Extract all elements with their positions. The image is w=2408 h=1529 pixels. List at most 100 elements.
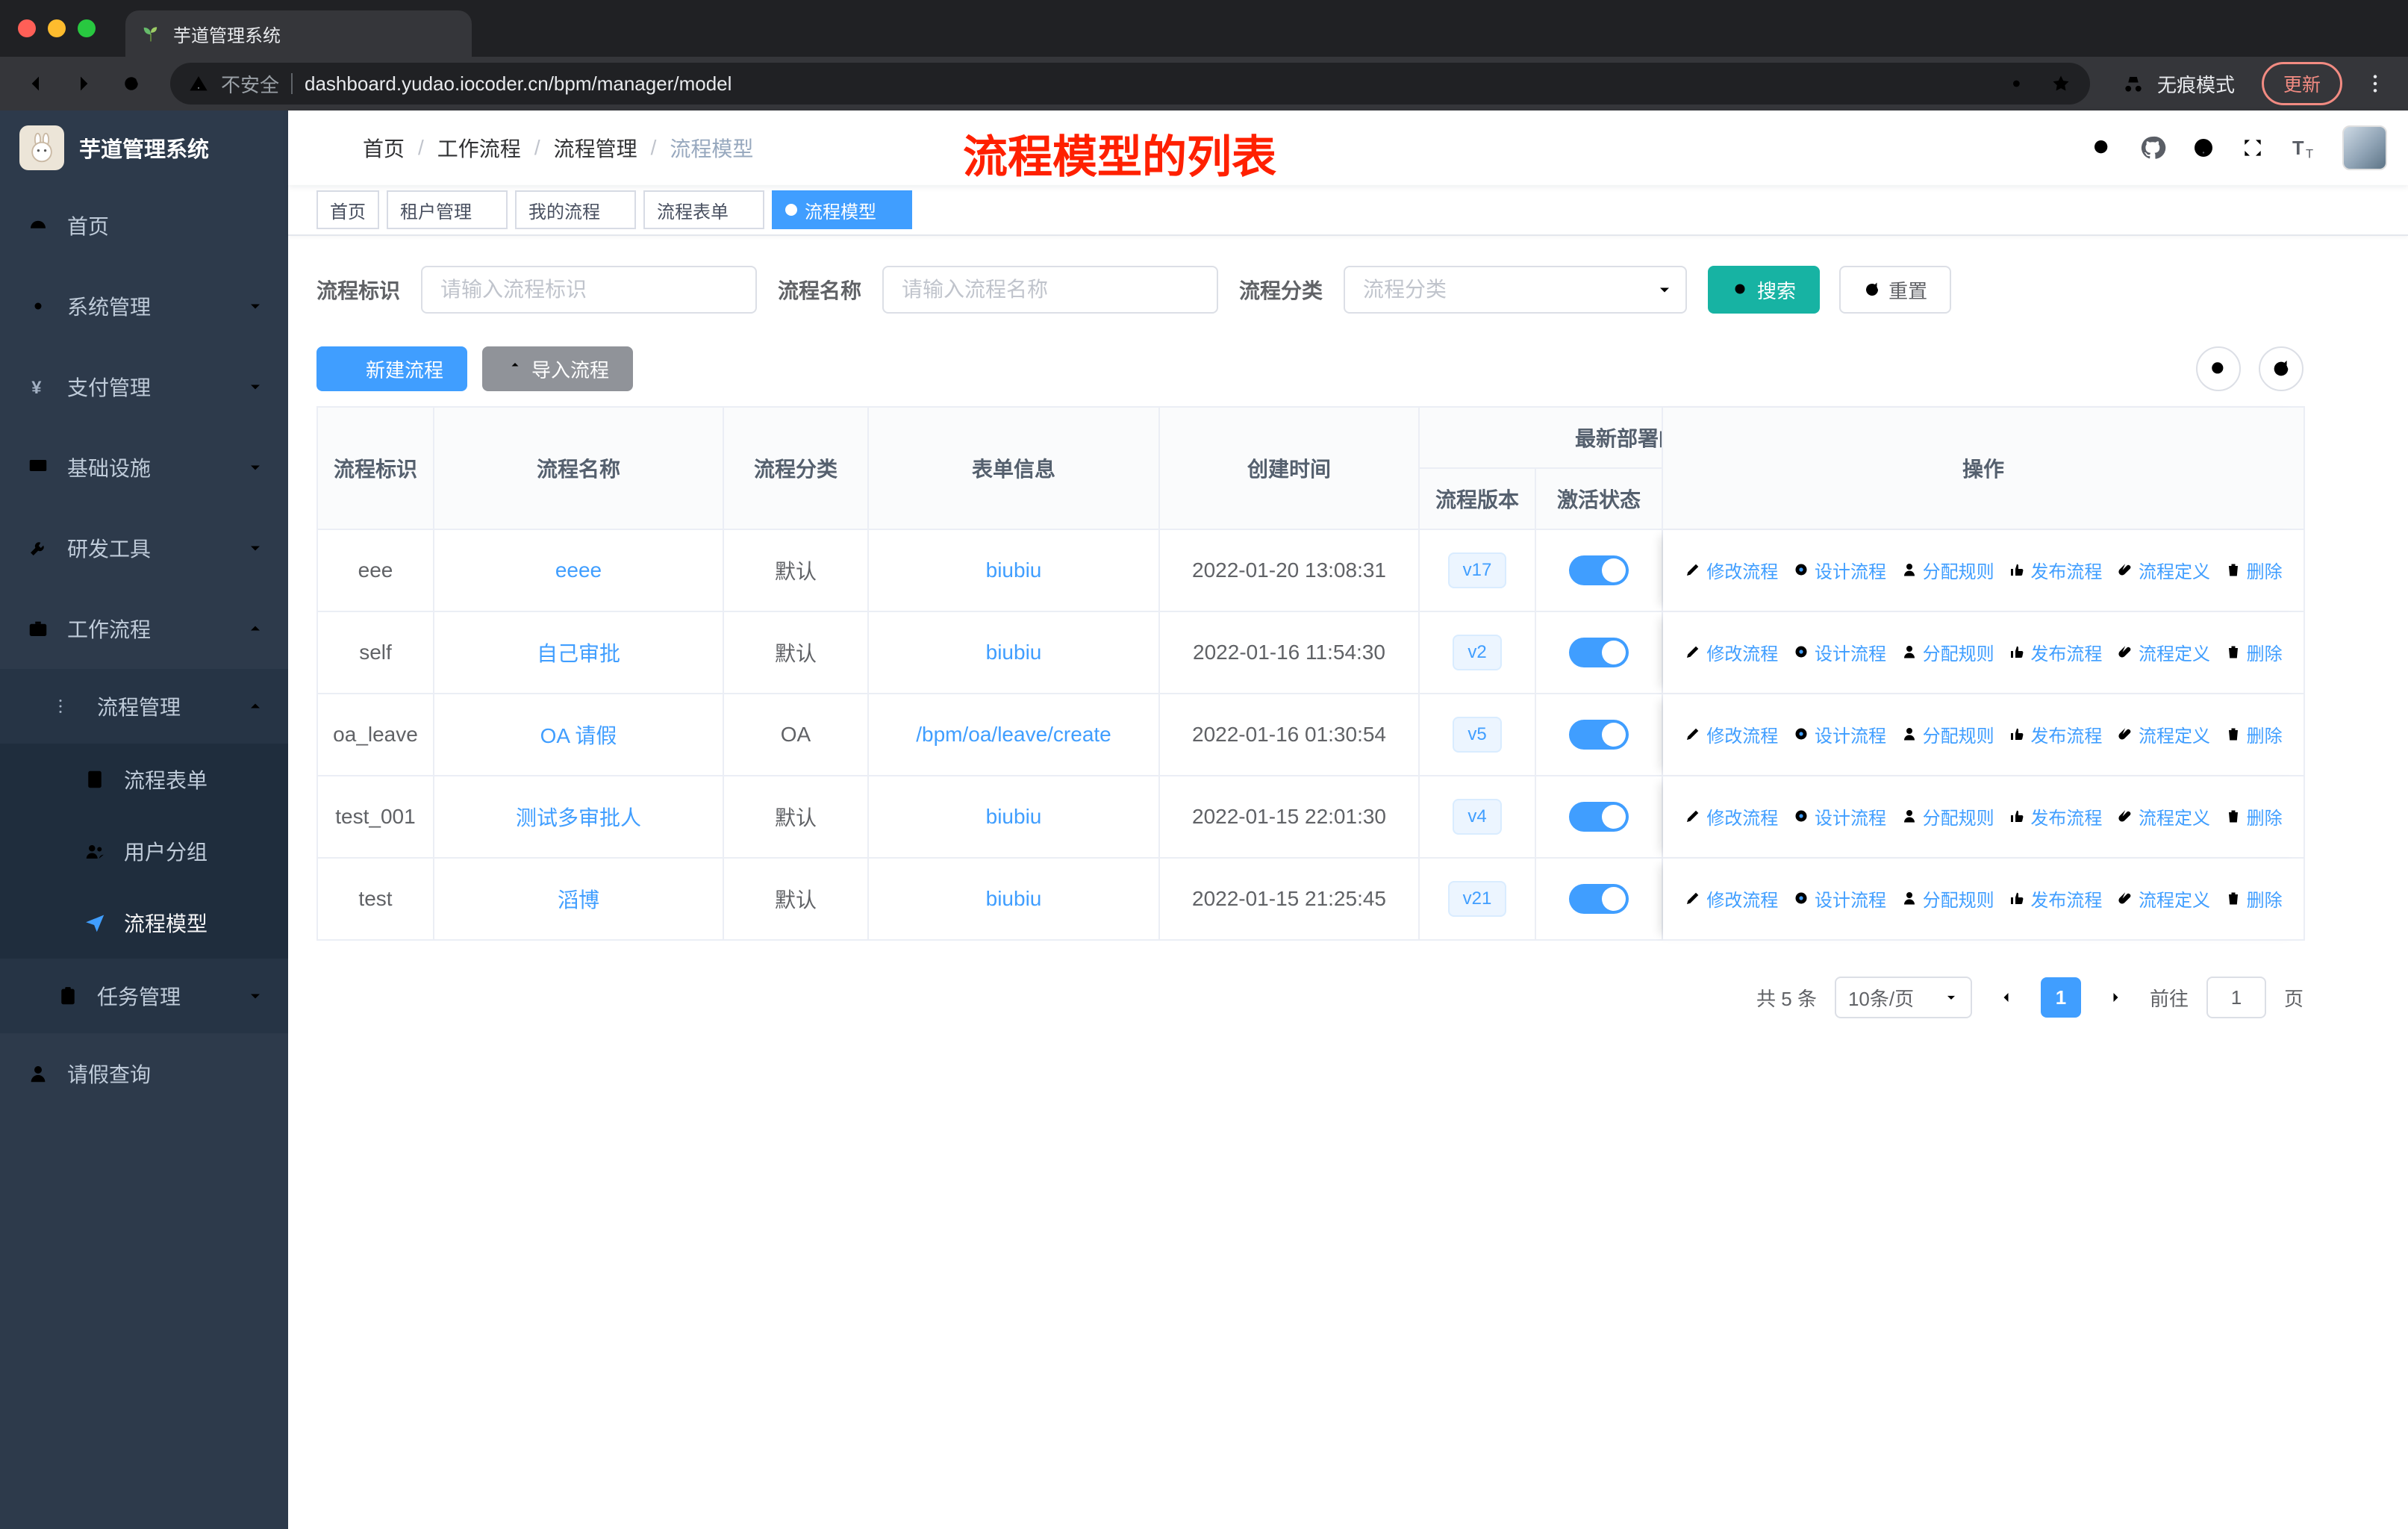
version-badge[interactable]: v5: [1453, 717, 1502, 753]
app-logo[interactable]: 芋道管理系统: [0, 110, 288, 185]
back-button[interactable]: [15, 63, 57, 105]
breadcrumb-home[interactable]: 首页: [363, 133, 405, 163]
sidebar-item-home[interactable]: 首页: [0, 185, 288, 266]
page-number-button[interactable]: 1: [2040, 977, 2081, 1018]
update-browser-button[interactable]: 更新: [2261, 62, 2342, 105]
fullscreen-icon[interactable]: [2241, 136, 2265, 160]
sidebar-item-process-form[interactable]: 流程表单: [0, 744, 288, 815]
action-process-definition[interactable]: 流程定义: [2116, 557, 2210, 583]
process-name-input[interactable]: [882, 266, 1219, 314]
active-toggle[interactable]: [1569, 884, 1629, 914]
zoom-window-button[interactable]: [78, 19, 96, 37]
form-info-link[interactable]: biubiu: [986, 641, 1042, 664]
help-icon[interactable]: [2192, 136, 2215, 160]
action-publish-process[interactable]: 发布流程: [2008, 557, 2102, 583]
version-badge[interactable]: v21: [1447, 881, 1507, 917]
tag-tenant-management[interactable]: 租户管理: [387, 190, 508, 229]
close-icon[interactable]: [479, 202, 494, 217]
action-design-process[interactable]: 设计流程: [1792, 557, 1886, 583]
process-name-link[interactable]: 测试多审批人: [516, 806, 641, 829]
create-process-button[interactable]: 新建流程: [316, 346, 468, 391]
sidebar-item-system[interactable]: 系统管理: [0, 266, 288, 346]
action-delete[interactable]: 删除: [2224, 885, 2283, 912]
bookmark-star-icon[interactable]: [2050, 72, 2072, 95]
goto-page-input[interactable]: [2206, 977, 2266, 1018]
sidebar-item-devtools[interactable]: 研发工具: [0, 508, 288, 588]
sidebar-item-payment[interactable]: 支付管理: [0, 346, 288, 427]
tag-process-form[interactable]: 流程表单: [643, 190, 764, 229]
category-select[interactable]: [1344, 266, 1688, 314]
active-toggle[interactable]: [1569, 802, 1629, 832]
action-edit-process[interactable]: 修改流程: [1684, 721, 1778, 747]
version-badge[interactable]: v2: [1453, 635, 1502, 670]
sidebar-item-task-management[interactable]: 任务管理: [0, 959, 288, 1033]
sidebar-item-user-group[interactable]: 用户分组: [0, 815, 288, 887]
breadcrumb-process-management[interactable]: 流程管理: [554, 133, 637, 163]
reload-button[interactable]: [110, 63, 152, 105]
action-publish-process[interactable]: 发布流程: [2008, 639, 2102, 665]
action-publish-process[interactable]: 发布流程: [2008, 885, 2102, 912]
tag-home[interactable]: 首页: [316, 190, 379, 229]
new-tab-button[interactable]: [484, 7, 525, 49]
process-name-link[interactable]: 自己审批: [537, 642, 620, 665]
font-size-icon[interactable]: [2290, 134, 2317, 161]
action-publish-process[interactable]: 发布流程: [2008, 803, 2102, 829]
next-page-button[interactable]: [2099, 977, 2132, 1018]
active-toggle[interactable]: [1569, 720, 1629, 750]
import-process-button[interactable]: 导入流程: [482, 346, 634, 391]
action-design-process[interactable]: 设计流程: [1792, 803, 1886, 829]
active-toggle[interactable]: [1569, 638, 1629, 667]
action-design-process[interactable]: 设计流程: [1792, 885, 1886, 912]
tag-my-process[interactable]: 我的流程: [515, 190, 636, 229]
active-toggle[interactable]: [1569, 555, 1629, 585]
reset-button[interactable]: 重置: [1839, 266, 1952, 314]
action-delete[interactable]: 删除: [2224, 721, 2283, 747]
action-process-definition[interactable]: 流程定义: [2116, 639, 2210, 665]
action-publish-process[interactable]: 发布流程: [2008, 721, 2102, 747]
process-key-input[interactable]: [421, 266, 758, 314]
address-bar[interactable]: 不安全 dashboard.yudao.iocoder.cn/bpm/manag…: [170, 63, 2090, 105]
action-edit-process[interactable]: 修改流程: [1684, 885, 1778, 912]
sidebar-toggle-button[interactable]: [288, 110, 363, 185]
process-name-link[interactable]: eeee: [555, 558, 602, 582]
close-icon[interactable]: [884, 202, 899, 217]
form-info-link[interactable]: biubiu: [986, 887, 1042, 910]
breadcrumb-workflow[interactable]: 工作流程: [437, 133, 521, 163]
action-edit-process[interactable]: 修改流程: [1684, 803, 1778, 829]
action-assign-rule[interactable]: 分配规则: [1900, 885, 1994, 912]
action-process-definition[interactable]: 流程定义: [2116, 803, 2210, 829]
process-name-link[interactable]: 滔博: [558, 888, 599, 912]
action-assign-rule[interactable]: 分配规则: [1900, 639, 1994, 665]
version-badge[interactable]: v4: [1453, 799, 1502, 835]
user-avatar[interactable]: [2342, 125, 2387, 170]
action-edit-process[interactable]: 修改流程: [1684, 557, 1778, 583]
tab-close-icon[interactable]: [442, 26, 457, 41]
action-delete[interactable]: 删除: [2224, 803, 2283, 829]
process-name-link[interactable]: OA 请假: [540, 724, 617, 747]
form-info-link[interactable]: biubiu: [986, 558, 1042, 582]
close-icon[interactable]: [608, 202, 623, 217]
page-size-select[interactable]: 10条/页: [1834, 977, 1972, 1018]
action-assign-rule[interactable]: 分配规则: [1900, 803, 1994, 829]
search-button[interactable]: 搜索: [1708, 266, 1821, 314]
action-design-process[interactable]: 设计流程: [1792, 639, 1886, 665]
minimize-window-button[interactable]: [48, 19, 66, 37]
action-design-process[interactable]: 设计流程: [1792, 721, 1886, 747]
form-info-link[interactable]: /bpm/oa/leave/create: [916, 723, 1111, 746]
action-delete[interactable]: 删除: [2224, 557, 2283, 583]
action-delete[interactable]: 删除: [2224, 639, 2283, 665]
sidebar-item-leave-query[interactable]: 请假查询: [0, 1033, 288, 1114]
sidebar-item-process-management[interactable]: 流程管理: [0, 669, 288, 744]
action-process-definition[interactable]: 流程定义: [2116, 721, 2210, 747]
tag-process-model[interactable]: 流程模型: [772, 190, 912, 229]
action-process-definition[interactable]: 流程定义: [2116, 885, 2210, 912]
form-info-link[interactable]: biubiu: [986, 805, 1042, 828]
search-icon[interactable]: [2090, 136, 2114, 160]
sidebar-item-process-model[interactable]: 流程模型: [0, 887, 288, 959]
github-icon[interactable]: [2139, 134, 2166, 161]
browser-tab[interactable]: 芋道管理系统: [125, 10, 472, 57]
sidebar-item-infrastructure[interactable]: 基础设施: [0, 427, 288, 508]
forward-button[interactable]: [63, 63, 105, 105]
prev-page-button[interactable]: [1990, 977, 2023, 1018]
sidebar-item-workflow[interactable]: 工作流程: [0, 588, 288, 669]
